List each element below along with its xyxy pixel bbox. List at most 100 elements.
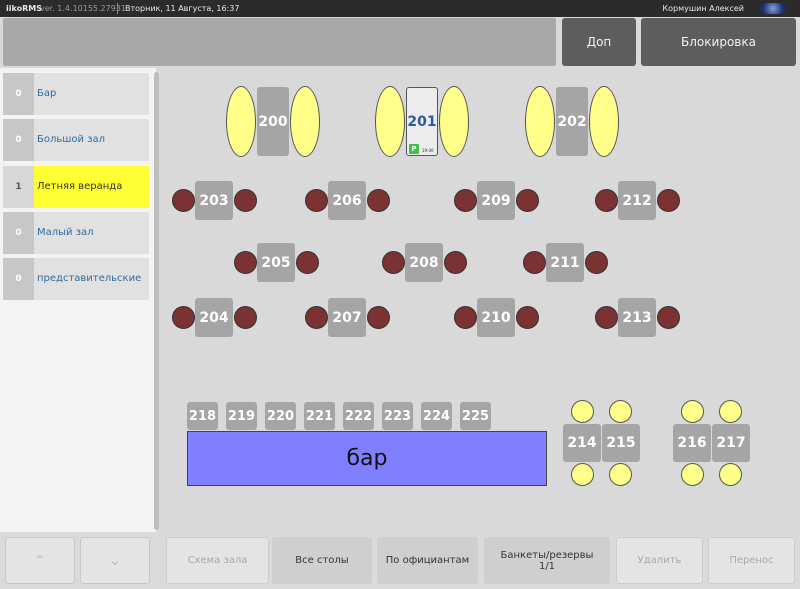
table-225[interactable]: 225: [460, 402, 491, 430]
table-217[interactable]: 217: [712, 424, 750, 462]
hall-item-bar[interactable]: 0 Бар: [3, 73, 149, 115]
table-211[interactable]: 211: [546, 243, 584, 282]
seat: [172, 306, 195, 329]
chevron-down-icon: ⌄: [109, 552, 121, 569]
top-info-panel: [3, 18, 556, 66]
seat: [657, 189, 680, 212]
extra-button[interactable]: Доп: [562, 18, 636, 66]
table-214[interactable]: 214: [563, 424, 601, 462]
table-215[interactable]: 215: [602, 424, 640, 462]
table-218[interactable]: 218: [187, 402, 218, 430]
hall-item-big-hall[interactable]: 0 Большой зал: [3, 119, 149, 161]
table-204[interactable]: 204: [195, 298, 233, 337]
transfer-button[interactable]: Перенос: [708, 537, 795, 584]
hall-name: Малый зал: [37, 227, 94, 238]
all-tables-button[interactable]: Все столы: [272, 537, 372, 584]
bar-counter: бар: [187, 431, 547, 486]
seat: [454, 306, 477, 329]
table-224[interactable]: 224: [421, 402, 452, 430]
seat: [226, 86, 256, 157]
sidebar-scrollbar[interactable]: [154, 72, 159, 530]
title-separator: [117, 3, 118, 14]
seat: [234, 306, 257, 329]
seat: [571, 400, 594, 423]
seat: [234, 251, 257, 274]
seat: [589, 86, 619, 157]
seat: [290, 86, 320, 157]
table-216[interactable]: 216: [673, 424, 711, 462]
seat: [523, 251, 546, 274]
table-206[interactable]: 206: [328, 181, 366, 220]
table-205[interactable]: 205: [257, 243, 295, 282]
delete-button[interactable]: Удалить: [616, 537, 703, 584]
table-209[interactable]: 209: [477, 181, 515, 220]
hall-scheme-button[interactable]: Схема зала: [166, 537, 269, 584]
seat: [382, 251, 405, 274]
floor-plan: 200 201 P 19:00 202 203 206 209 212 205 …: [160, 68, 800, 532]
current-user: Кормушин Алексей: [662, 4, 744, 13]
hall-name: Бар: [37, 88, 57, 99]
table-number: 201: [407, 113, 437, 130]
seat: [367, 189, 390, 212]
table-200[interactable]: 200: [257, 87, 289, 156]
halls-sidebar: 0 Бар 0 Большой зал 1 Летняя веранда 0 М…: [0, 68, 156, 532]
logo-orb-icon: [760, 3, 786, 14]
table-223[interactable]: 223: [382, 402, 413, 430]
hall-count: 0: [3, 258, 34, 300]
hall-name: представительские: [37, 273, 142, 284]
table-203[interactable]: 203: [195, 181, 233, 220]
table-201[interactable]: 201 P 19:00: [406, 87, 438, 156]
hall-item-summer-veranda[interactable]: 1 Летняя веранда: [3, 166, 149, 208]
seat: [367, 306, 390, 329]
table-202[interactable]: 202: [556, 87, 588, 156]
seat: [516, 306, 539, 329]
seat: [305, 189, 328, 212]
table-213[interactable]: 213: [618, 298, 656, 337]
scroll-up-button[interactable]: ⌃: [5, 537, 75, 584]
table-219[interactable]: 219: [226, 402, 257, 430]
seat: [595, 189, 618, 212]
title-bar: iikoRMS ver. 1.4.10155.27931 Вторник, 11…: [0, 0, 800, 17]
seat: [681, 400, 704, 423]
lock-button[interactable]: Блокировка: [641, 18, 796, 66]
seat: [609, 463, 632, 486]
hall-item-representative[interactable]: 0 представительские: [3, 258, 149, 300]
hall-name: Большой зал: [37, 134, 106, 145]
seat: [296, 251, 319, 274]
seat: [681, 463, 704, 486]
seat: [439, 86, 469, 157]
table-207[interactable]: 207: [328, 298, 366, 337]
hall-item-small-hall[interactable]: 0 Малый зал: [3, 212, 149, 254]
hall-name: Летняя веранда: [34, 166, 149, 208]
seat: [585, 251, 608, 274]
hall-count: 1: [3, 166, 34, 208]
seat: [444, 251, 467, 274]
current-datetime: Вторник, 11 Августа, 16:37: [125, 4, 240, 13]
app-version: ver. 1.4.10155.27931: [40, 4, 127, 13]
table-208[interactable]: 208: [405, 243, 443, 282]
table-210[interactable]: 210: [477, 298, 515, 337]
by-waiters-button[interactable]: По официантам: [377, 537, 478, 584]
app-name: iikoRMS: [6, 4, 42, 13]
table-212[interactable]: 212: [618, 181, 656, 220]
seat: [719, 463, 742, 486]
banquets-page: 1/1: [538, 560, 556, 572]
seat: [609, 400, 632, 423]
preorder-badge: P: [409, 144, 419, 154]
banquets-label: Банкеты/резервы: [500, 549, 594, 561]
hall-count: 0: [3, 119, 34, 161]
banquets-reserves-button[interactable]: Банкеты/резервы 1/1: [484, 537, 610, 584]
seat: [375, 86, 405, 157]
seat: [525, 86, 555, 157]
scroll-down-button[interactable]: ⌄: [80, 537, 150, 584]
hall-count: 0: [3, 212, 34, 254]
chevron-up-icon: ⌃: [34, 552, 46, 569]
seat: [657, 306, 680, 329]
table-222[interactable]: 222: [343, 402, 374, 430]
seat: [234, 189, 257, 212]
seat: [516, 189, 539, 212]
hall-count: 0: [3, 73, 34, 115]
seat: [595, 306, 618, 329]
table-221[interactable]: 221: [304, 402, 335, 430]
table-220[interactable]: 220: [265, 402, 296, 430]
